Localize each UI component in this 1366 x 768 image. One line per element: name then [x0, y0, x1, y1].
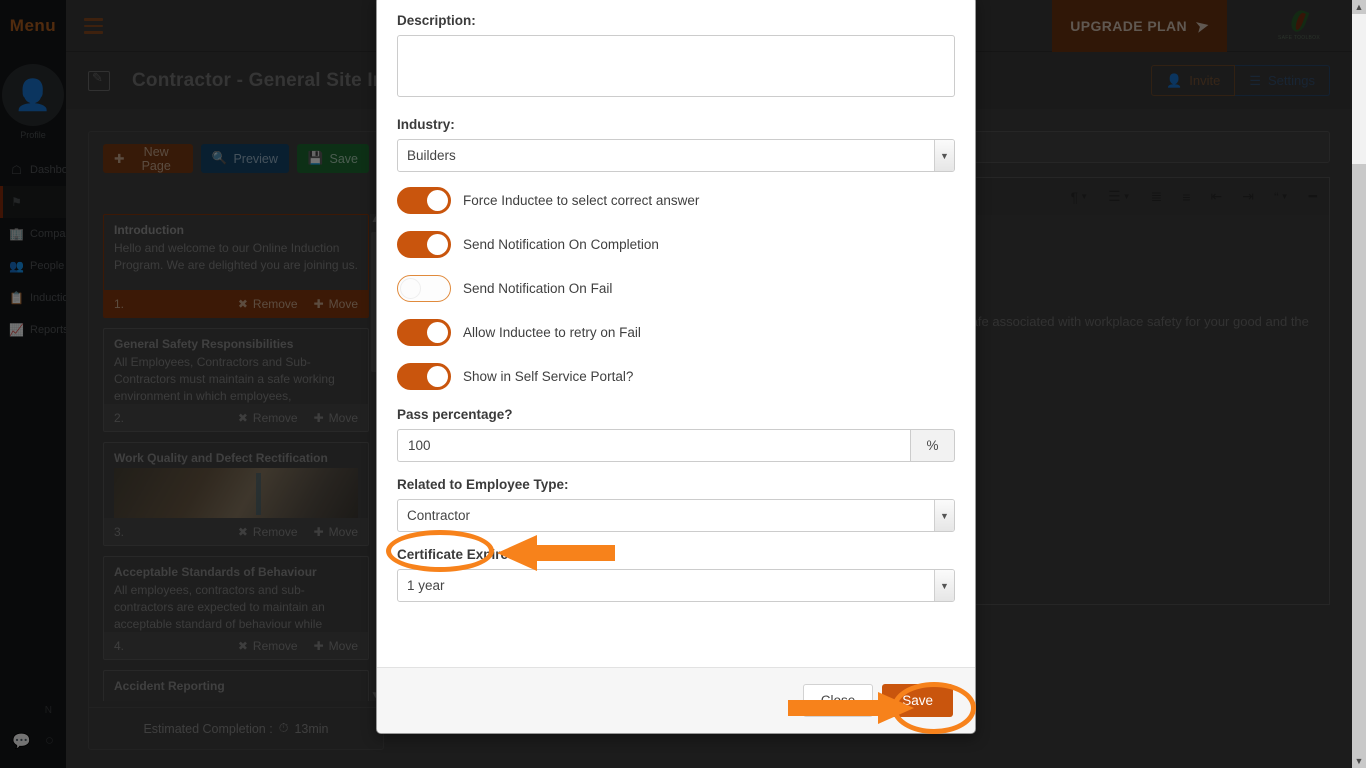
employee-type-select[interactable]: Contractor: [397, 499, 955, 532]
certificate-expiry-label: Certificate Expires In:: [397, 547, 536, 562]
industry-field-group: Industry: Builders ▼: [397, 117, 955, 172]
percent-suffix: %: [910, 429, 955, 462]
employee-type-group: Related to Employee Type: Contractor ▼: [397, 477, 955, 532]
industry-label: Industry:: [397, 117, 455, 132]
description-label: Description:: [397, 13, 476, 28]
toggle-label: Send Notification On Completion: [463, 237, 659, 252]
window-scroll-thumb[interactable]: [1352, 14, 1366, 164]
toggle-knob: [427, 322, 448, 343]
toggle-label: Send Notification On Fail: [463, 281, 613, 296]
screen: Menu 👤 Profile ☖ Dashboard ⚑ 🏢 Company 👥…: [0, 0, 1366, 768]
force-correct-toggle[interactable]: [397, 187, 451, 214]
toggle-label: Allow Inductee to retry on Fail: [463, 325, 641, 340]
scroll-down-icon[interactable]: ▼: [1355, 754, 1364, 768]
toggle-knob: [427, 234, 448, 255]
pass-percentage-label: Pass percentage?: [397, 407, 513, 422]
toggle-row-notify-fail: Send Notification On Fail: [397, 275, 955, 302]
notify-fail-toggle[interactable]: [397, 275, 451, 302]
employee-type-label: Related to Employee Type:: [397, 477, 569, 492]
retry-fail-toggle[interactable]: [397, 319, 451, 346]
window-scrollbar[interactable]: ▲ ▼: [1352, 0, 1366, 768]
pass-percentage-input[interactable]: [397, 429, 910, 462]
self-service-portal-toggle[interactable]: [397, 363, 451, 390]
close-button[interactable]: Close: [802, 684, 874, 717]
toggle-knob: [400, 278, 421, 299]
toggle-row-self-service: Show in Self Service Portal?: [397, 363, 955, 390]
toggle-row-force-correct: Force Inductee to select correct answer: [397, 187, 955, 214]
certificate-expiry-group: Certificate Expires In: 1 year ▼: [397, 547, 955, 602]
toggle-label: Force Inductee to select correct answer: [463, 193, 700, 208]
certificate-expiry-select[interactable]: 1 year: [397, 569, 955, 602]
modal-save-button[interactable]: Save: [882, 684, 953, 717]
toggle-knob: [427, 190, 448, 211]
description-input[interactable]: [397, 35, 955, 97]
description-field-group: Description:: [397, 13, 955, 102]
scroll-up-icon[interactable]: ▲: [1355, 0, 1364, 14]
toggle-row-retry-fail: Allow Inductee to retry on Fail: [397, 319, 955, 346]
modal-footer: Close Save: [377, 667, 975, 733]
notify-completion-toggle[interactable]: [397, 231, 451, 258]
pass-percentage-group: Pass percentage? %: [397, 407, 955, 462]
modal-body: Description: Industry: Builders ▼ Force …: [377, 0, 975, 667]
toggle-label: Show in Self Service Portal?: [463, 369, 634, 384]
toggle-knob: [427, 366, 448, 387]
induction-settings-modal: Description: Industry: Builders ▼ Force …: [376, 0, 976, 734]
toggle-row-notify-completion: Send Notification On Completion: [397, 231, 955, 258]
industry-select[interactable]: Builders: [397, 139, 955, 172]
